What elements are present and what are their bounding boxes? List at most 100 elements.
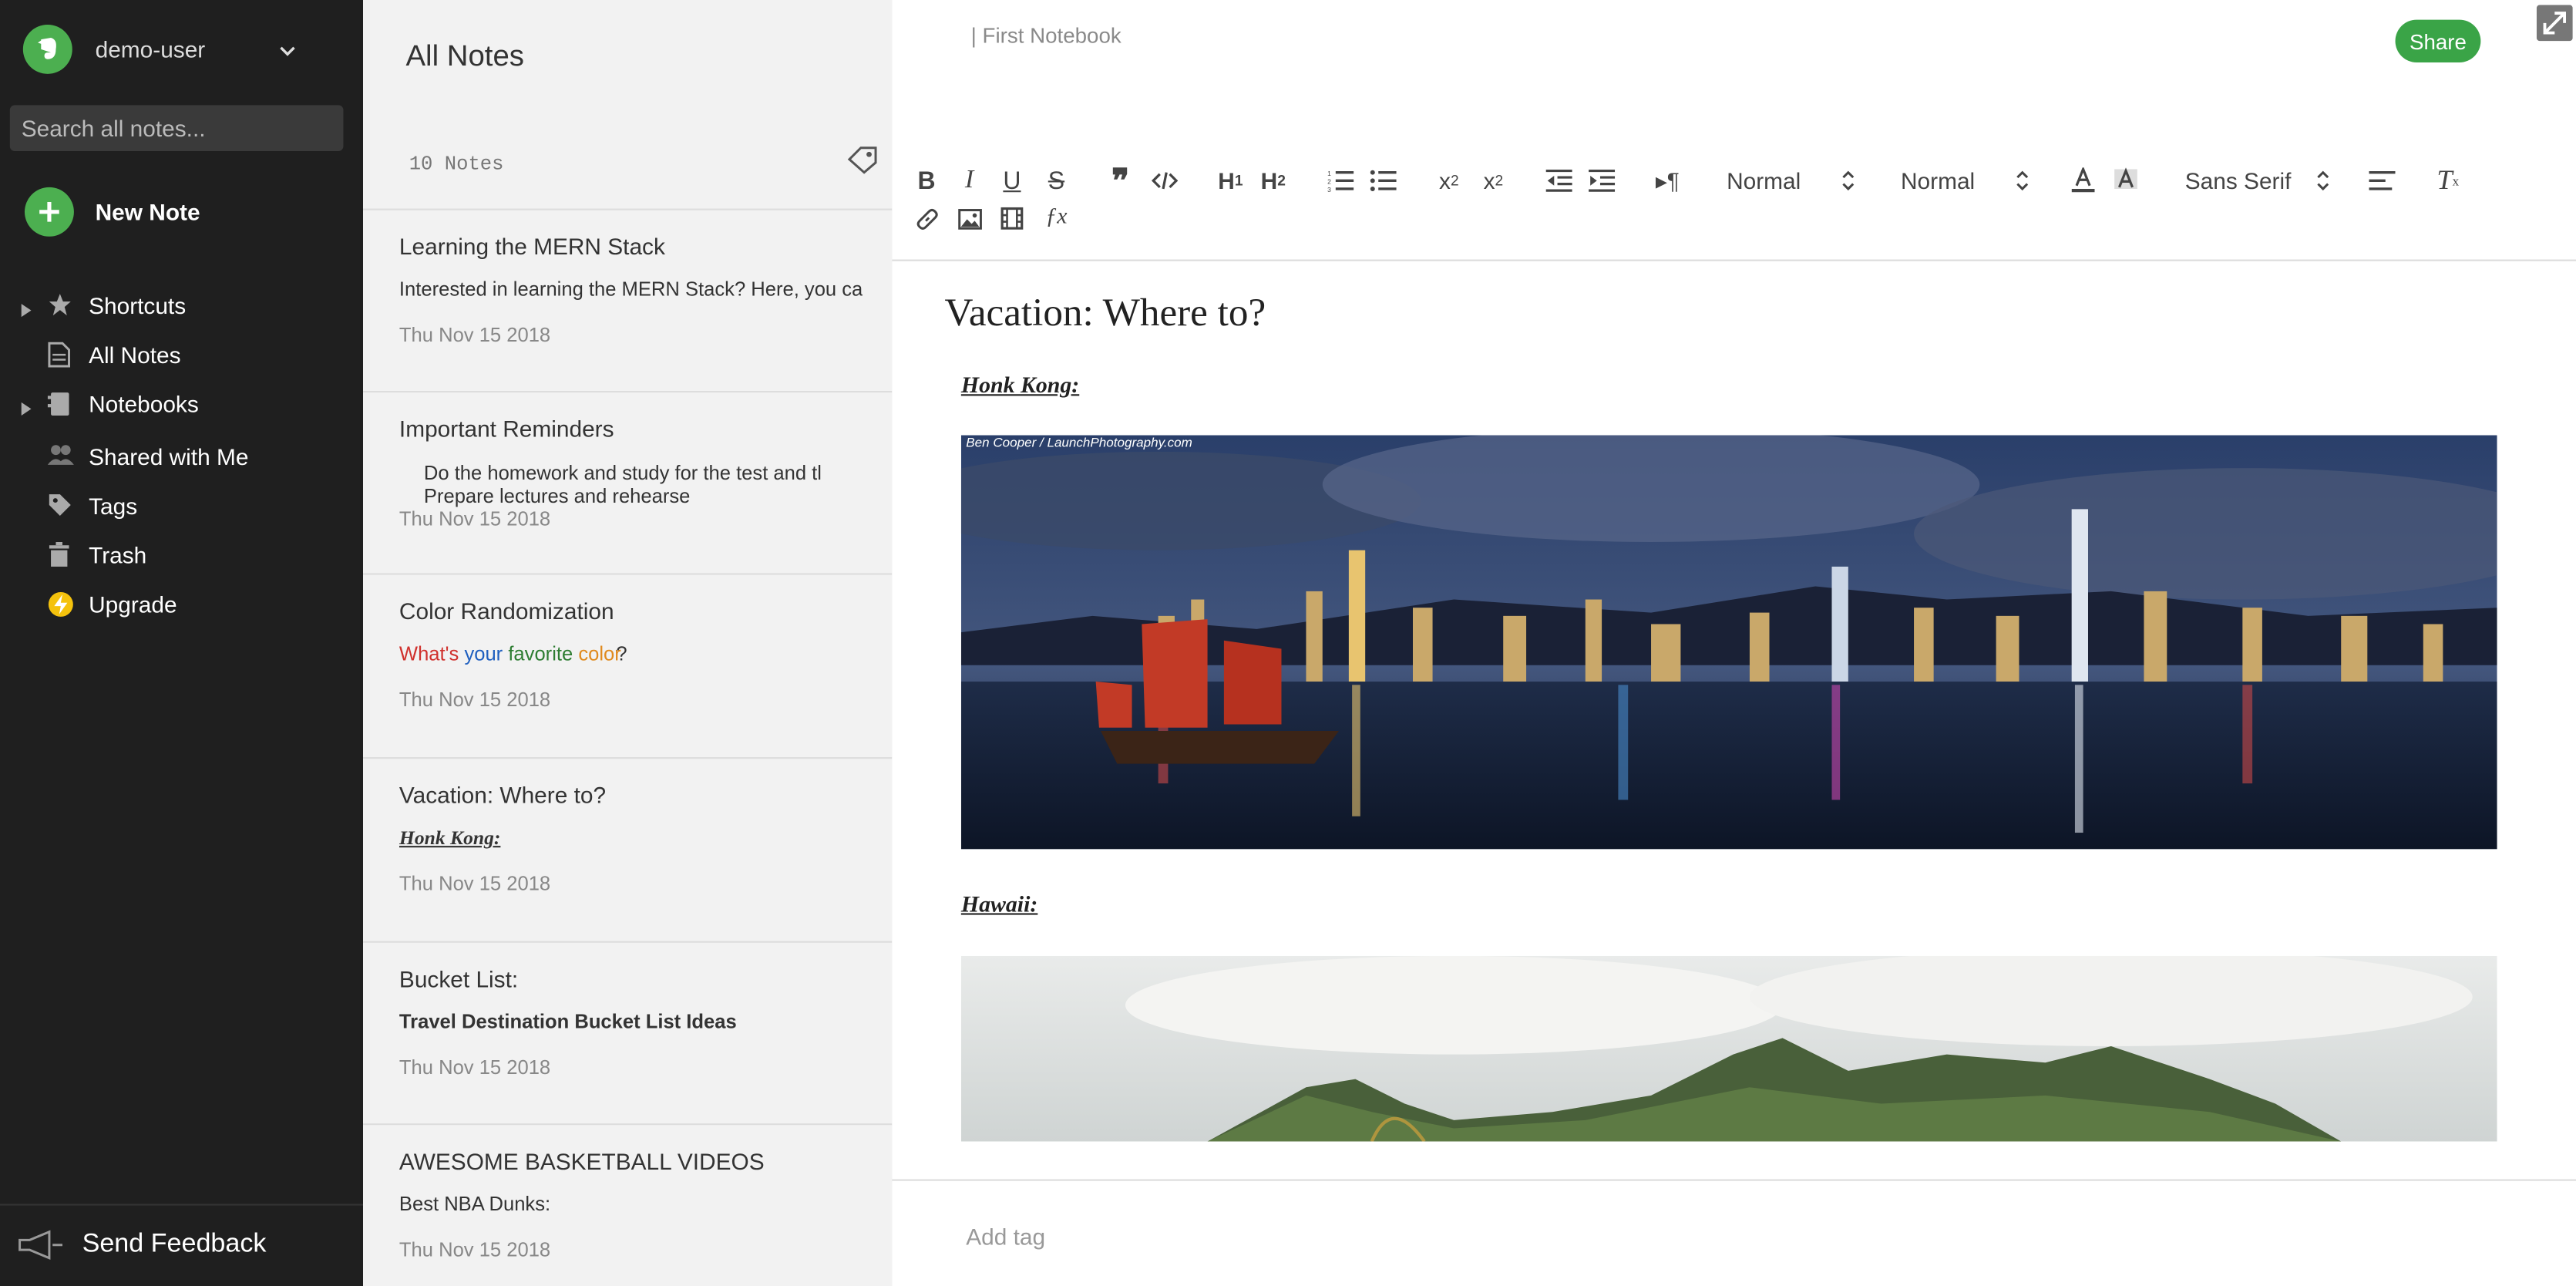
sidebar-item-label: Notebooks <box>89 391 199 418</box>
notes-icon <box>48 342 71 372</box>
app-window: demo-user New Note Shortcuts All Notes N… <box>0 0 2576 1286</box>
sidebar-item-label: Shortcuts <box>89 292 187 319</box>
heading1-icon[interactable]: H1 <box>1214 164 1247 197</box>
chevron-down-icon[interactable] <box>279 38 295 67</box>
note-card[interactable]: Important Reminders Do the homework and … <box>363 391 893 573</box>
megaphone-icon <box>16 1230 66 1268</box>
note-card-date: Thu Nov 15 2018 <box>399 323 551 347</box>
strikethrough-icon[interactable]: S <box>1043 164 1069 197</box>
bullet-item: Do the homework and study for the test a… <box>424 462 826 485</box>
select-caret-icon <box>2016 164 2029 202</box>
heading2-icon[interactable]: H2 <box>1257 164 1290 197</box>
share-button[interactable]: Share <box>2395 19 2481 62</box>
sidebar-item-label: Upgrade <box>89 591 177 618</box>
add-tag-input[interactable]: Add tag <box>966 1224 1045 1250</box>
underline-icon[interactable]: U <box>999 164 1025 197</box>
new-note-button[interactable]: New Note <box>24 187 200 237</box>
search-input[interactable] <box>9 105 344 151</box>
sidebar-item-trash[interactable]: Trash <box>0 535 363 574</box>
bold-icon[interactable]: B <box>913 164 940 197</box>
size-select[interactable]: Normal <box>1901 164 2033 197</box>
outdent-icon[interactable] <box>1544 164 1573 197</box>
send-feedback-button[interactable]: Send Feedback <box>0 1204 364 1286</box>
sidebar-item-label: Tags <box>89 493 138 520</box>
user-menu[interactable]: demo-user <box>22 23 351 76</box>
sidebar-item-all-notes[interactable]: All Notes <box>0 335 363 375</box>
note-card[interactable]: Learning the MERN Stack Interested in le… <box>363 208 893 391</box>
note-card-date: Thu Nov 15 2018 <box>399 1055 551 1079</box>
sidebar-item-label: Trash <box>89 541 147 569</box>
svg-text:3: 3 <box>1327 186 1331 192</box>
expand-arrow-icon[interactable] <box>20 298 33 324</box>
note-card-title: Color Randomization <box>399 598 614 624</box>
sidebar-item-notebooks[interactable]: Notebooks <box>0 384 363 423</box>
indent-icon[interactable] <box>1587 164 1616 197</box>
note-card[interactable]: AWESOME BASKETBALL VIDEOS Best NBA Dunks… <box>363 1123 893 1286</box>
notebook-selector[interactable]: | First Notebook <box>971 23 1122 48</box>
note-card-snippet: Travel Destination Bucket List Ideas <box>399 1010 737 1033</box>
formula-icon[interactable]: ƒx <box>1043 202 1069 235</box>
note-card-title: AWESOME BASKETBALL VIDEOS <box>399 1148 765 1175</box>
header-select-value: Normal <box>1727 167 1801 194</box>
note-card-snippet: What's your favorite color? <box>399 642 863 665</box>
note-editor: | First Notebook Share B I U S ❞ H1 H2 1… <box>892 0 2576 1286</box>
hong-kong-photo: Ben Cooper / LaunchPhotography.com <box>960 435 2497 850</box>
note-card-date: Thu Nov 15 2018 <box>399 1238 551 1262</box>
sidebar-item-upgrade[interactable]: Upgrade <box>0 584 363 624</box>
tag-bar: Add tag <box>892 1179 2576 1286</box>
clear-format-icon[interactable]: Tx <box>2433 164 2463 197</box>
link-icon[interactable] <box>913 202 940 235</box>
image-icon[interactable] <box>956 202 982 235</box>
align-icon[interactable] <box>2367 164 2396 197</box>
subscript-icon[interactable]: x2 <box>1434 164 1464 197</box>
note-card[interactable]: Bucket List: Travel Destination Bucket L… <box>363 941 893 1123</box>
font-select-value: Sans Serif <box>2184 167 2292 194</box>
sidebar: demo-user New Note Shortcuts All Notes N… <box>0 0 364 1286</box>
note-card-snippet: Honk Kong: <box>399 826 501 850</box>
sidebar-item-shared-with-me[interactable]: Shared with Me <box>0 437 363 476</box>
italic-icon[interactable]: I <box>956 164 982 197</box>
upgrade-icon <box>48 591 74 622</box>
colored-word: What's <box>399 641 459 665</box>
colored-word: color <box>578 641 621 665</box>
hawaii-photo <box>960 955 2497 1142</box>
sidebar-item-shortcuts[interactable]: Shortcuts <box>0 286 363 325</box>
note-card[interactable]: Vacation: Where to? Honk Kong: Thu Nov 1… <box>363 757 893 939</box>
note-card-snippet: Best NBA Dunks: <box>399 1192 551 1216</box>
note-card-bullets: Do the homework and study for the test a… <box>388 462 826 508</box>
video-icon[interactable] <box>999 202 1025 235</box>
plus-icon <box>24 187 74 237</box>
note-card-title: Important Reminders <box>399 415 614 443</box>
code-icon[interactable] <box>1150 164 1179 197</box>
sidebar-item-label: Shared with Me <box>89 443 249 470</box>
note-count: 10 Notes <box>409 153 504 176</box>
background-color-icon[interactable] <box>2111 164 2141 197</box>
note-card-date: Thu Nov 15 2018 <box>399 507 551 531</box>
section-heading: Honk Kong: <box>960 374 1080 399</box>
colored-word: your <box>464 641 503 665</box>
font-color-icon[interactable] <box>2068 164 2097 197</box>
font-select[interactable]: Sans Serif <box>2185 164 2333 197</box>
note-card-snippet: Interested in learning the MERN Stack? H… <box>399 278 863 301</box>
send-feedback-label: Send Feedback <box>82 1230 267 1258</box>
size-select-value: Normal <box>1901 167 1976 194</box>
text-direction-icon[interactable]: ▸¶ <box>1653 164 1682 197</box>
note-card-title: Vacation: Where to? <box>399 782 607 809</box>
svg-text:1: 1 <box>1327 170 1331 177</box>
expand-arrow-icon[interactable] <box>20 396 33 422</box>
tag-filter-icon[interactable] <box>846 144 879 182</box>
header-select[interactable]: Normal <box>1727 164 1858 197</box>
note-title[interactable]: Vacation: Where to? <box>945 292 1266 337</box>
note-card[interactable]: Color Randomization What's your favorite… <box>363 573 893 755</box>
bullet-item: Prepare lectures and rehearse <box>424 484 826 507</box>
note-list-panel: All Notes 10 Notes Learning the MERN Sta… <box>363 0 894 1286</box>
expand-icon[interactable] <box>2536 5 2573 49</box>
sidebar-item-tags[interactable]: Tags <box>0 486 363 526</box>
evernote-logo-icon <box>22 24 72 74</box>
ordered-list-icon[interactable]: 123 <box>1326 164 1355 197</box>
bullet-list-icon[interactable] <box>1368 164 1397 197</box>
image-credit: Ben Cooper / LaunchPhotography.com <box>966 435 1192 450</box>
blockquote-icon[interactable]: ❞ <box>1108 163 1134 200</box>
section-heading: Hawaii: <box>960 893 1038 918</box>
superscript-icon[interactable]: x2 <box>1478 164 1508 197</box>
